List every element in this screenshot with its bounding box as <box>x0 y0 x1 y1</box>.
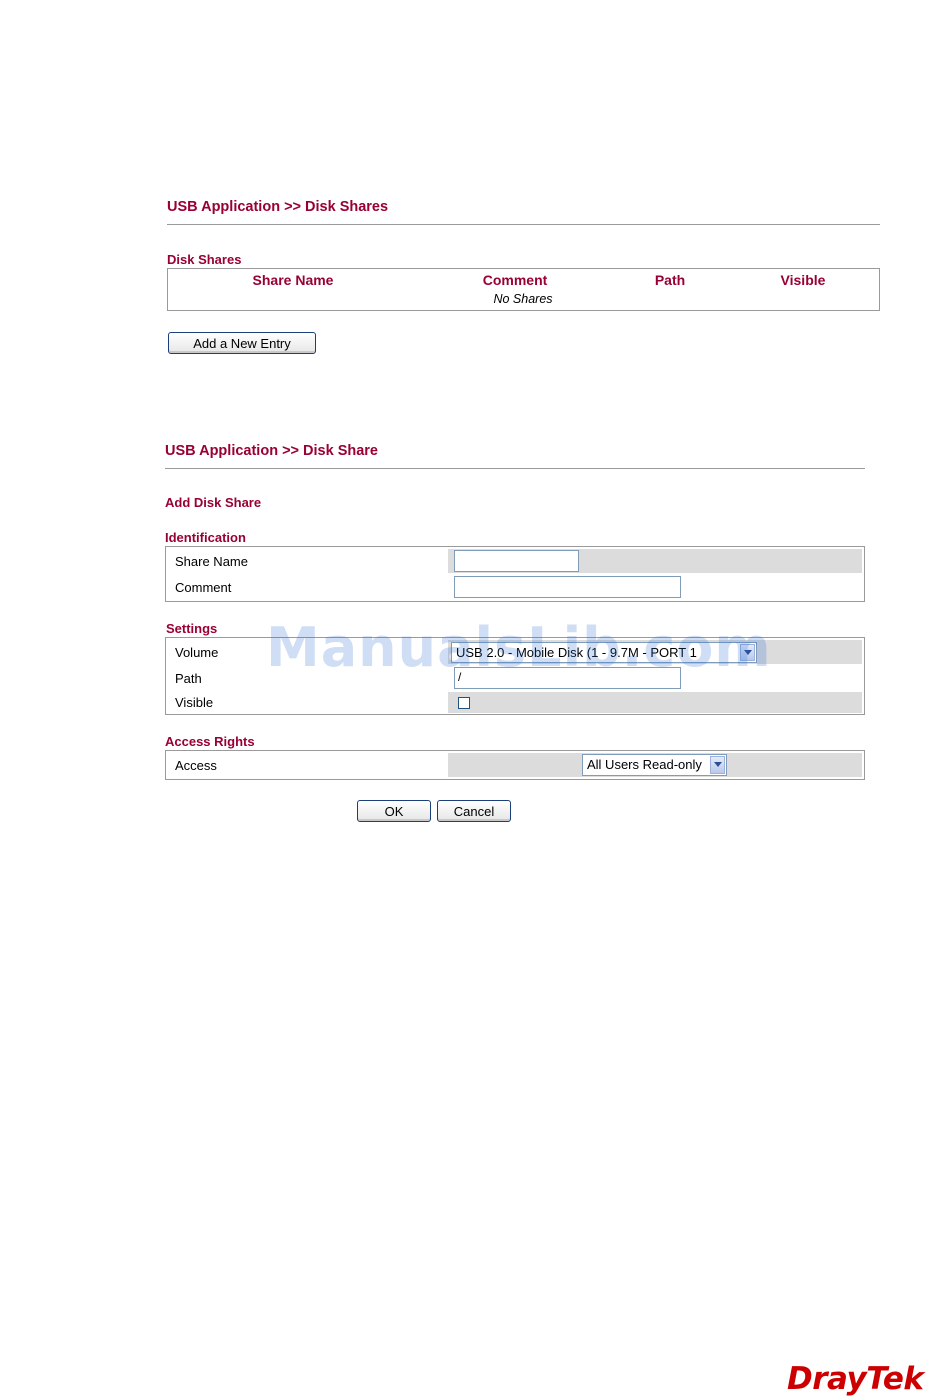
column-header-visible: Visible <box>780 272 826 288</box>
access-label: Access <box>175 758 217 773</box>
title-divider <box>167 224 880 225</box>
title-divider-2 <box>165 468 865 469</box>
page-title-disk-share: USB Application >> Disk Share <box>165 443 378 459</box>
comment-input[interactable] <box>454 576 681 598</box>
draytek-logo: DrayTek <box>787 1361 924 1397</box>
share-name-label: Share Name <box>175 554 248 569</box>
access-rights-box: Access All Users Read-only <box>165 750 865 780</box>
disk-shares-table: Share Name Comment Path Visible No Share… <box>167 268 880 311</box>
comment-label: Comment <box>175 580 232 595</box>
settings-label: Settings <box>166 621 218 636</box>
chevron-down-icon[interactable] <box>710 756 725 774</box>
empty-table-message: No Shares <box>493 292 553 306</box>
share-name-input[interactable] <box>454 550 579 572</box>
identification-label: Identification <box>165 530 246 545</box>
cancel-button[interactable]: Cancel <box>437 800 511 822</box>
ok-button[interactable]: OK <box>357 800 431 822</box>
disk-shares-label: Disk Shares <box>167 252 242 267</box>
volume-label: Volume <box>175 645 219 660</box>
identification-box: Share Name Comment <box>165 546 865 602</box>
visible-checkbox[interactable] <box>458 697 470 709</box>
visible-label: Visible <box>175 695 214 710</box>
visible-row-shade <box>448 692 862 713</box>
path-label: Path <box>175 671 202 686</box>
column-header-share-name: Share Name <box>252 272 334 288</box>
page-title-disk-shares: USB Application >> Disk Shares <box>167 199 389 215</box>
add-new-entry-button[interactable]: Add a New Entry <box>168 332 316 354</box>
column-header-path: Path <box>654 272 686 288</box>
access-rights-label: Access Rights <box>165 734 255 749</box>
column-header-comment: Comment <box>482 272 548 288</box>
add-disk-share-heading: Add Disk Share <box>165 495 262 510</box>
watermark-text: ManualsLib.com <box>266 616 772 679</box>
access-select-value: All Users Read-only <box>587 757 702 772</box>
access-select[interactable]: All Users Read-only <box>582 754 727 776</box>
